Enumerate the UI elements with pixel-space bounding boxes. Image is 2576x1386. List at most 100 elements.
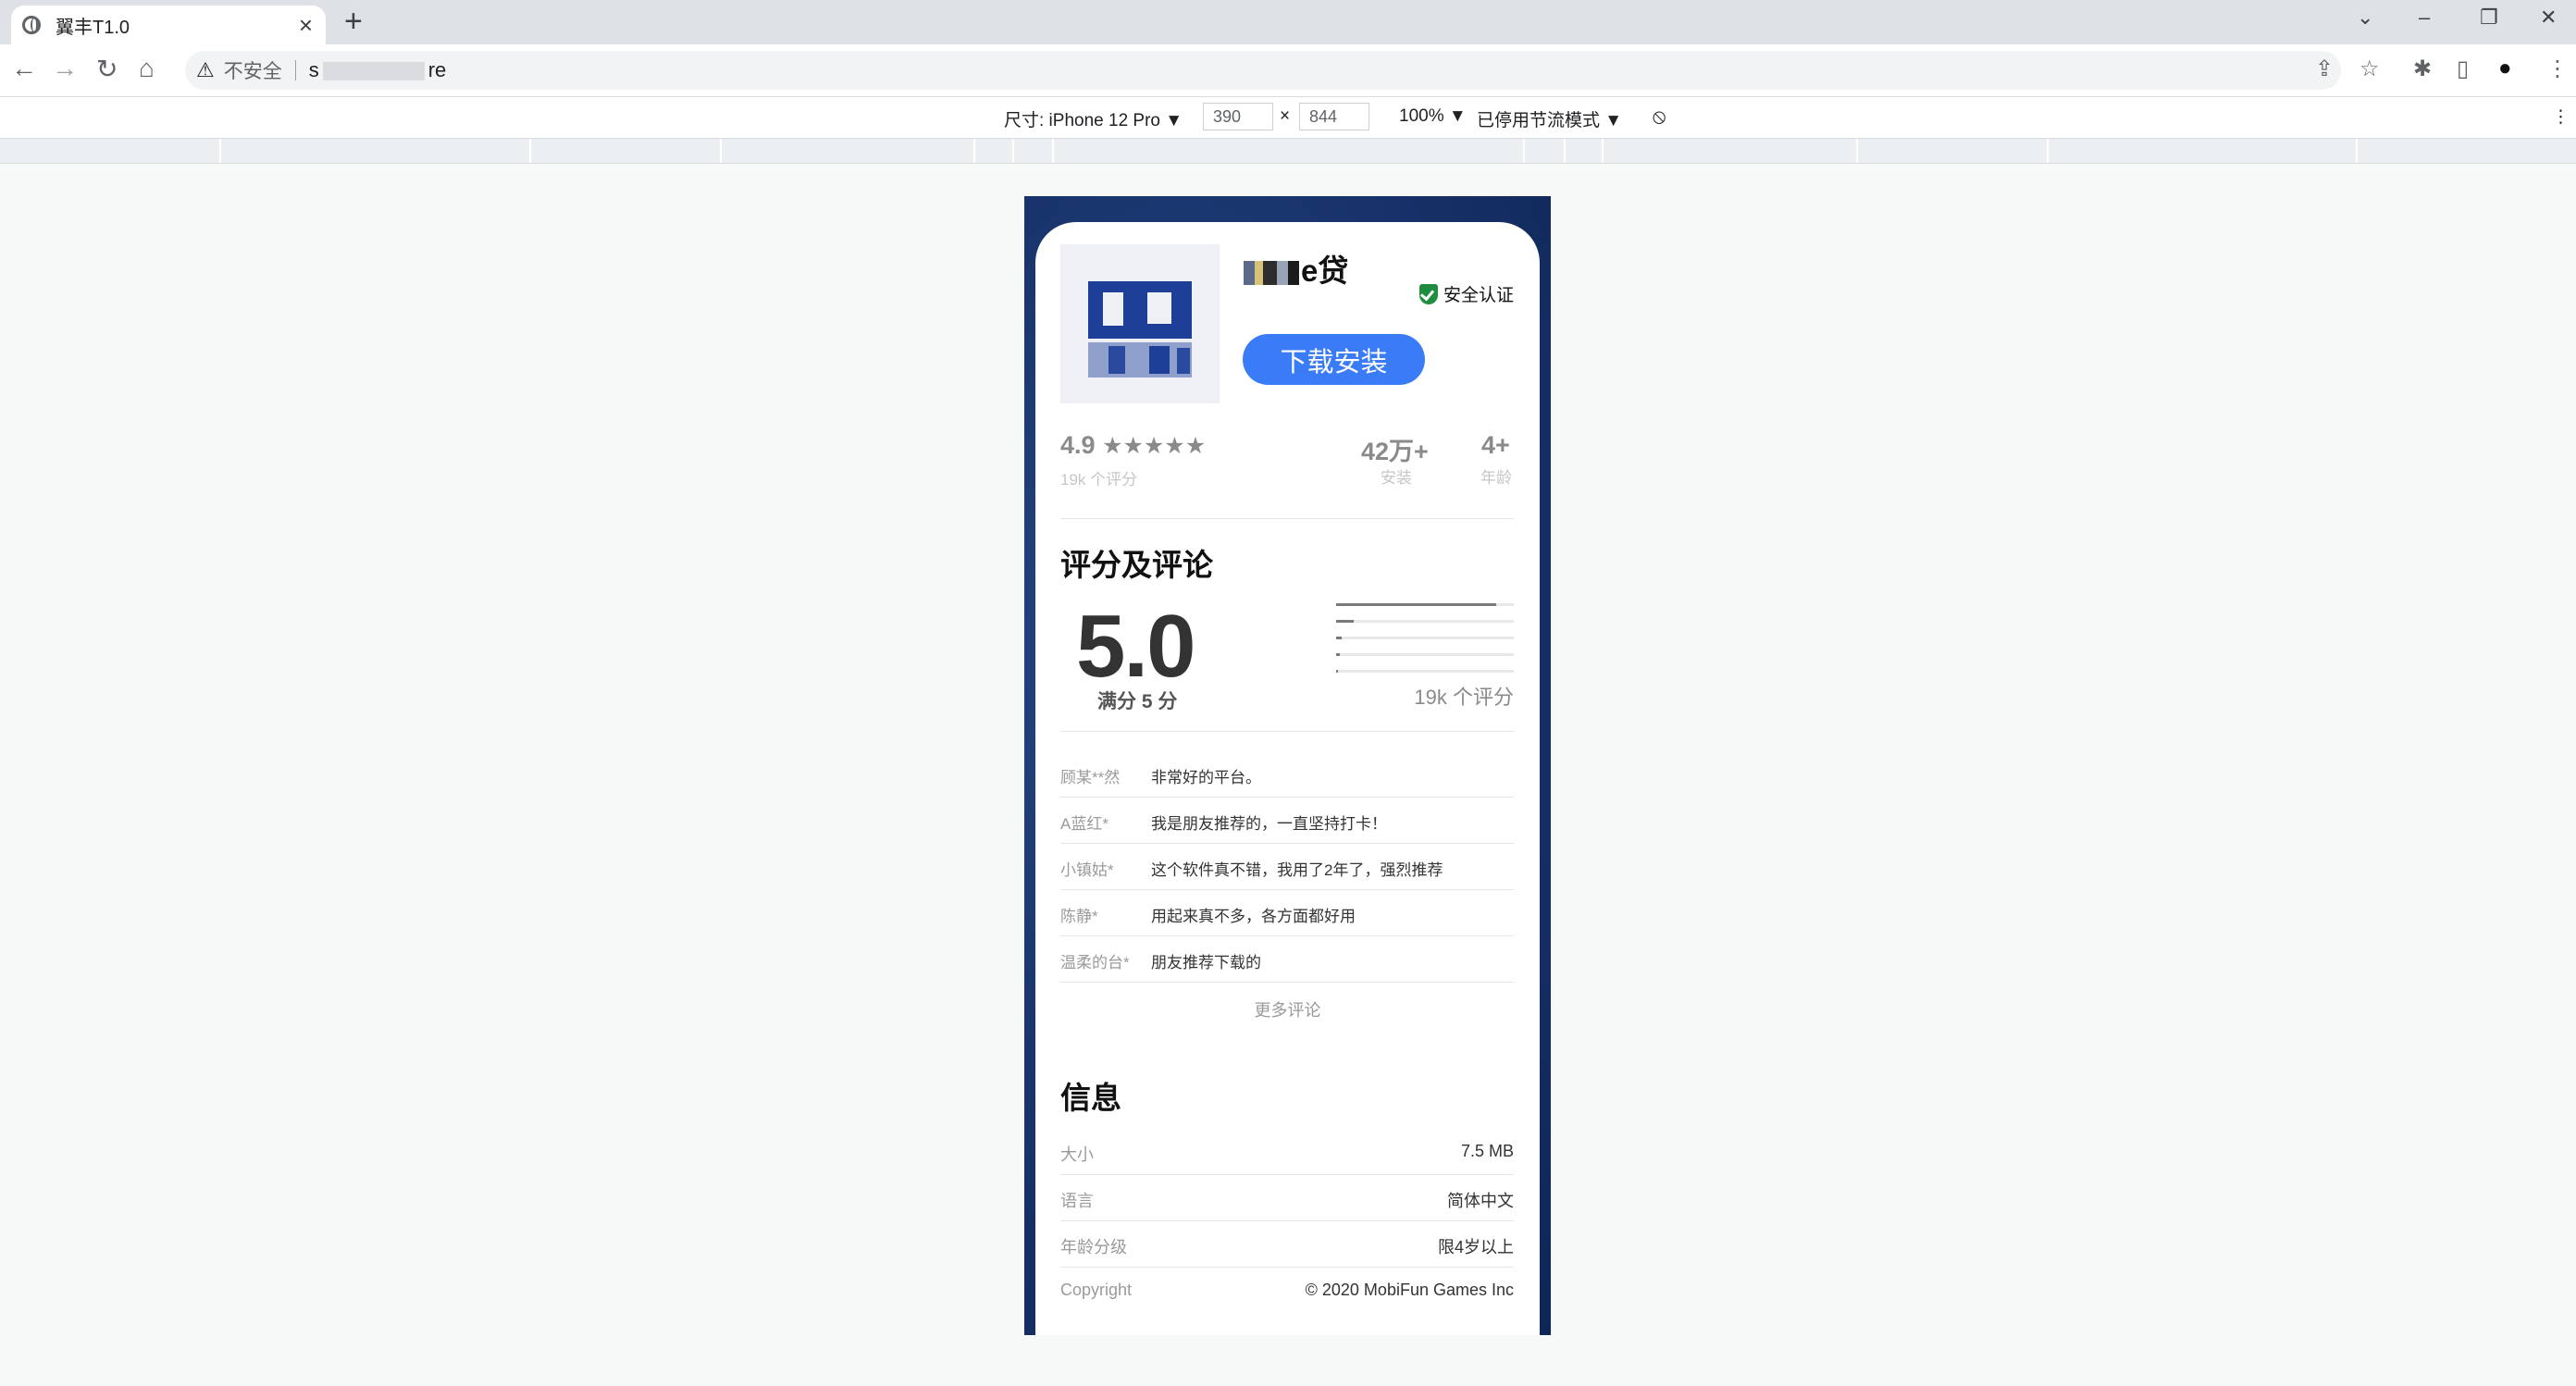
device-select[interactable]: 尺寸: iPhone 12 Pro ▼ <box>1004 106 1183 131</box>
review-text: 非常好的平台。 <box>1151 769 1261 786</box>
review-user: 温柔的台* <box>1060 954 1130 971</box>
media-query-ruler[interactable] <box>0 139 2576 164</box>
review-item: 小镇姑* 这个软件真不错，我用了2年了，强烈推荐 <box>1060 844 1514 890</box>
info-row-copyright: Copyright © 2020 MobiFun Games Inc <box>1060 1268 1514 1313</box>
ruler-tick <box>1052 139 1054 163</box>
review-item: 陈静* 用起来真不多，各方面都好用 <box>1060 890 1514 936</box>
rating-bar-fill <box>1336 670 1338 673</box>
app-name-suffix: e贷 <box>1301 254 1349 288</box>
review-user: 陈静* <box>1060 908 1098 925</box>
info-row-age-rating: 年龄分级 限4岁以上 <box>1060 1221 1514 1268</box>
security-badge-label: 安全认证 <box>1443 286 1514 305</box>
rating-bar <box>1336 620 1514 623</box>
ruler-tick <box>529 139 531 163</box>
age-label: 年龄 <box>1480 469 1512 487</box>
profile-avatar[interactable]: ● <box>2498 56 2512 81</box>
close-window-button[interactable]: ✕ <box>2540 6 2557 30</box>
forward-icon[interactable]: → <box>52 54 78 83</box>
info-row-size: 大小 7.5 MB <box>1060 1129 1514 1175</box>
ruler-tick <box>720 139 722 163</box>
zoom-select[interactable]: 100% ▼ <box>1399 106 1467 127</box>
ruler-tick <box>1602 139 1604 163</box>
security-badge: 安全认证 <box>1418 281 1514 306</box>
info-key: 大小 <box>1060 1145 1094 1164</box>
info-row-language: 语言 简体中文 <box>1060 1175 1514 1221</box>
reload-icon[interactable]: ↻ <box>96 54 118 84</box>
ruler-tick <box>1012 139 1014 163</box>
warning-icon[interactable]: ⚠ <box>196 58 215 82</box>
new-tab-button[interactable]: + <box>344 4 363 40</box>
app-icon-pixel <box>1177 348 1190 374</box>
installs-label: 安装 <box>1381 469 1412 487</box>
security-label[interactable]: 不安全 <box>224 56 282 84</box>
review-user: 顾某**然 <box>1060 769 1121 786</box>
height-input[interactable]: 844 <box>1299 103 1369 130</box>
globe-icon <box>22 16 41 34</box>
more-reviews-link[interactable]: 更多评论 <box>1035 997 1540 1021</box>
divider <box>1060 731 1514 732</box>
back-icon[interactable]: ← <box>11 54 37 83</box>
rating-bar-fill <box>1336 620 1355 623</box>
url-redacted <box>322 62 425 81</box>
info-key: 年龄分级 <box>1060 1238 1127 1256</box>
review-text: 朋友推荐下载的 <box>1151 954 1261 971</box>
url-end: re <box>427 58 447 81</box>
menu-icon[interactable]: ⋮ <box>2546 56 2569 82</box>
side-panel-icon[interactable]: ▯ <box>2457 56 2469 82</box>
shield-check-icon <box>1418 283 1438 304</box>
tab-list-icon[interactable]: ⌄ <box>2357 6 2373 30</box>
review-item: 温柔的台* 朋友推荐下载的 <box>1060 936 1514 983</box>
devtools-more-icon[interactable]: ⋮ <box>2552 106 2570 128</box>
ruler-tick <box>1523 139 1525 163</box>
rating-count: 19k 个评分 <box>1060 471 1138 489</box>
url-text[interactable]: s re <box>309 58 447 82</box>
address-bar[interactable]: ⚠ 不安全 s re <box>185 51 2341 90</box>
ruler-tick <box>2356 139 2358 163</box>
app-name-redacted <box>1244 261 1299 286</box>
omnibox-separator <box>294 60 296 80</box>
rating-stars: ★★★★★ <box>1102 433 1207 459</box>
tab-close-icon[interactable]: × <box>299 11 313 40</box>
review-user: A蓝红* <box>1060 815 1108 833</box>
browser-toolbar: ← → ↻ ⌂ ⚠ 不安全 s re ⇪ ☆ ✱ ▯ ● ⋮ <box>0 44 2576 97</box>
width-input[interactable]: 390 <box>1203 103 1273 130</box>
home-icon[interactable]: ⌂ <box>139 54 155 83</box>
bookmark-star-icon[interactable]: ☆ <box>2359 56 2380 82</box>
ruler-tick <box>1564 139 1566 163</box>
review-item: 顾某**然 非常好的平台。 <box>1060 751 1514 798</box>
ruler-tick <box>1856 139 1858 163</box>
browser-tab[interactable]: 翼丰T1.0 × <box>11 6 326 44</box>
out-of-label: 满分 5 分 <box>1097 691 1178 712</box>
restore-button[interactable]: ❐ <box>2480 6 2498 30</box>
minimize-button[interactable]: – <box>2419 6 2430 30</box>
review-text: 我是朋友推荐的，一直坚持打卡！ <box>1151 815 1387 833</box>
rotate-icon[interactable]: ⦸ <box>1653 105 1666 129</box>
url-start: s <box>308 58 319 81</box>
app-icon-pixel <box>1108 346 1125 374</box>
throttle-select[interactable]: 已停用节流模式 ▼ <box>1477 106 1622 131</box>
rating-bar <box>1336 637 1514 639</box>
age-value: 4+ <box>1481 431 1510 459</box>
info-key: Copyright <box>1060 1281 1133 1299</box>
ratings-total: 19k 个评分 <box>1414 686 1514 709</box>
tab-strip: 翼丰T1.0 × + ⌄ – ❐ ✕ <box>0 0 2576 44</box>
rating-bar <box>1336 603 1514 606</box>
ruler-tick <box>973 139 975 163</box>
rating-bar-fill <box>1336 653 1340 656</box>
app-icon-pixel <box>1149 346 1170 374</box>
rating-number: 4.9 <box>1060 431 1096 459</box>
info-value: 简体中文 <box>1447 1192 1514 1210</box>
app-icon-pixel <box>1147 292 1171 324</box>
info-value: 限4岁以上 <box>1437 1238 1514 1256</box>
ruler-tick <box>2047 139 2049 163</box>
review-text: 用起来真不多，各方面都好用 <box>1151 908 1356 925</box>
download-button[interactable]: 下载安装 <box>1243 334 1425 385</box>
info-value: © 2020 MobiFun Games Inc <box>1305 1281 1514 1299</box>
app-icon-pixel <box>1103 292 1123 326</box>
extensions-icon[interactable]: ✱ <box>2413 56 2432 82</box>
review-text: 这个软件真不错，我用了2年了，强烈推荐 <box>1151 861 1443 879</box>
device-toolbar: 尺寸: iPhone 12 Pro ▼ 390 × 844 100% ▼ 已停用… <box>0 97 2576 139</box>
share-icon[interactable]: ⇪ <box>2315 56 2334 82</box>
rating-value: 4.9 ★★★★★ <box>1060 431 1206 460</box>
divider <box>1060 518 1514 519</box>
